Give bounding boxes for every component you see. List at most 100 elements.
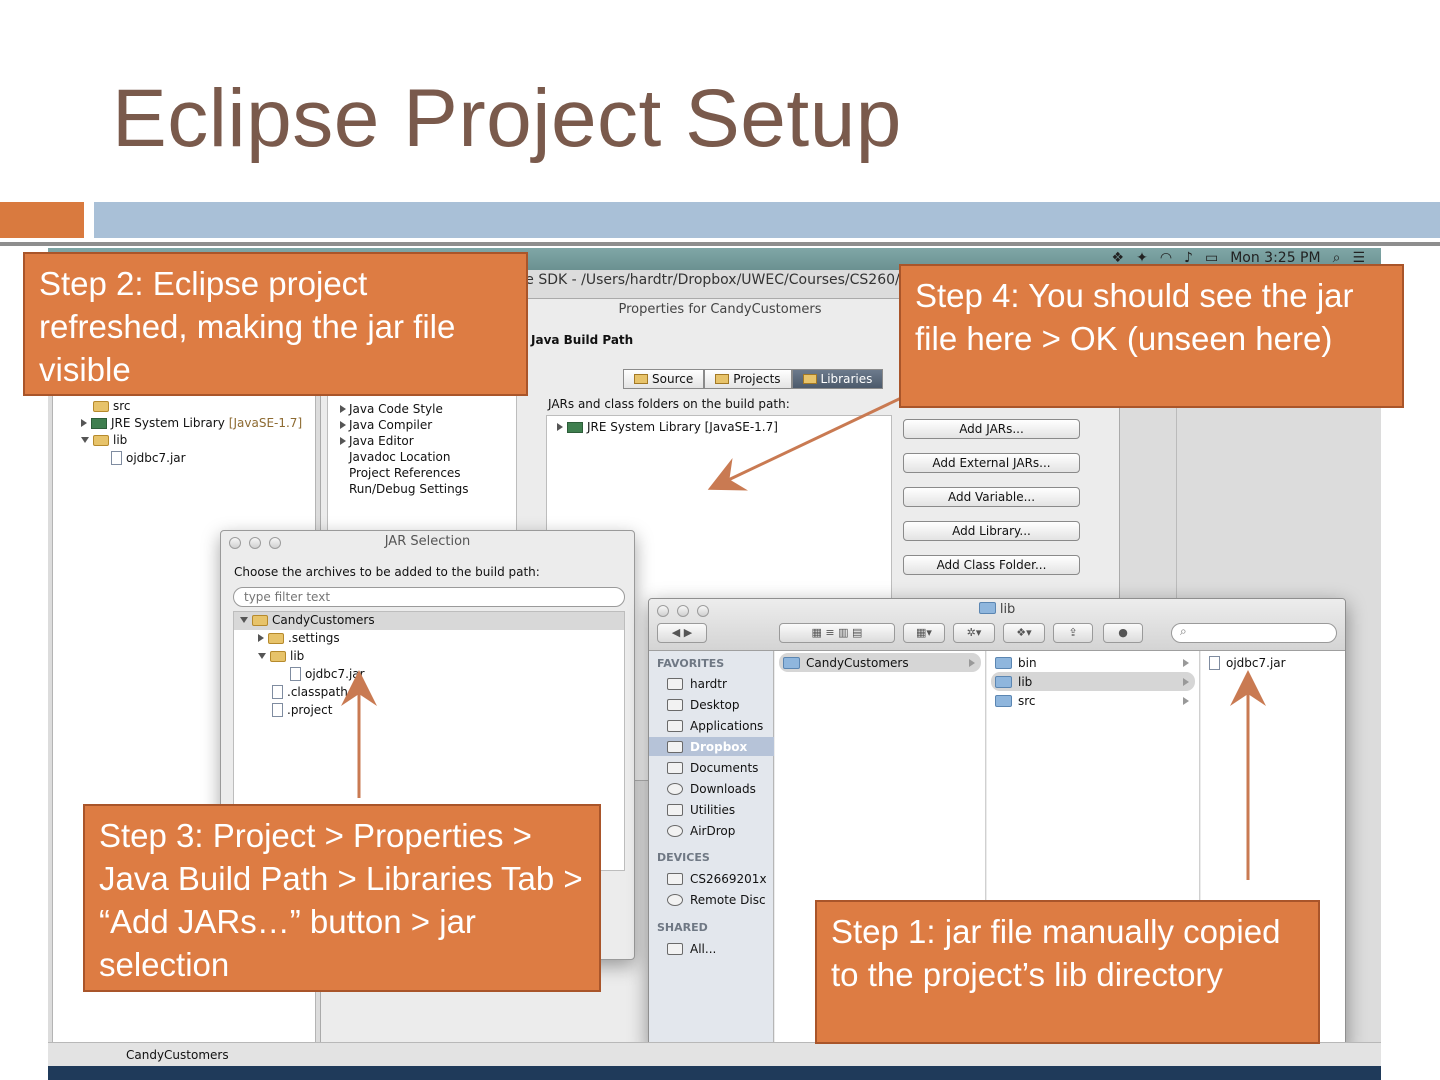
tree-item-candycustomers[interactable]: CandyCustomers [240, 613, 375, 627]
category-java-editor[interactable]: Java Editor [340, 434, 414, 448]
folder-icon [995, 656, 1012, 669]
tree-item-ojdbc7[interactable]: ojdbc7.jar [290, 667, 365, 681]
collapse-arrow-icon[interactable] [81, 437, 89, 443]
add-library-button[interactable]: Add Library... [903, 521, 1080, 541]
expand-arrow-icon[interactable] [340, 405, 346, 413]
accent-rule [0, 242, 1440, 246]
expand-arrow-icon[interactable] [557, 423, 563, 431]
desktop-background [48, 1066, 1381, 1080]
chevron-right-icon [1183, 677, 1189, 686]
jar-file-icon [1209, 655, 1220, 670]
network-icon [667, 942, 683, 955]
tags-icon[interactable]: ● [1103, 623, 1143, 643]
sidebar-item-applications[interactable]: Applications [667, 716, 763, 735]
sidebar-item-dropbox[interactable]: Dropbox [649, 737, 774, 756]
finder-sidebar: FAVORITES hardtr Desktop Applications Dr… [649, 651, 774, 1049]
source-folder-icon [634, 374, 648, 384]
folder-icon [995, 675, 1012, 688]
search-input[interactable]: ⌕ [1171, 623, 1337, 643]
tree-item-ojdbc7[interactable]: ojdbc7.jar [111, 451, 186, 465]
dropbox-icon [667, 740, 683, 753]
expand-arrow-icon[interactable] [340, 421, 346, 429]
library-icon [91, 417, 107, 429]
expand-arrow-icon[interactable] [340, 437, 346, 445]
tree-item-classpath[interactable]: .classpath [272, 685, 348, 699]
tree-item-project[interactable]: .project [272, 703, 332, 717]
add-class-folder-button[interactable]: Add Class Folder... [903, 555, 1080, 575]
category-javadoc-location[interactable]: Javadoc Location [349, 450, 450, 464]
add-jars-button[interactable]: Add JARs... [903, 419, 1080, 439]
view-mode-buttons[interactable]: ▦ ≡ ▥ ▤ [779, 623, 895, 643]
add-external-jars-button[interactable]: Add External JARs... [903, 453, 1080, 473]
column-item-bin[interactable]: bin [991, 653, 1195, 672]
close-window-icon[interactable] [229, 537, 241, 549]
expand-arrow-icon[interactable] [258, 634, 264, 642]
documents-icon [667, 761, 683, 774]
jar-selection-title: JAR Selection [384, 534, 471, 549]
dropbox-share-icon[interactable]: ❖▾ [1003, 623, 1045, 643]
category-run-debug[interactable]: Run/Debug Settings [349, 482, 469, 496]
sidebar-item-downloads[interactable]: Downloads [667, 779, 756, 798]
sidebar-item-airdrop[interactable]: AirDrop [667, 821, 735, 840]
column-item-candycustomers[interactable]: CandyCustomers [779, 653, 981, 672]
category-java-code-style[interactable]: Java Code Style [340, 402, 443, 416]
tree-item-lib[interactable]: lib [258, 649, 304, 663]
column-item-lib[interactable]: lib [991, 672, 1195, 691]
folder-icon [667, 803, 683, 816]
folder-icon [93, 400, 109, 412]
tree-item-lib[interactable]: lib [81, 433, 127, 447]
finder-toolbar: lib ◀ ▶ ▦ ≡ ▥ ▤ ▦▾ ✲▾ ❖▾ ⇪ ● ⌕ [649, 599, 1345, 651]
tree-item-src[interactable]: src [93, 399, 131, 413]
sidebar-item-utilities[interactable]: Utilities [667, 800, 735, 819]
jar-selection-prompt: Choose the archives to be added to the b… [234, 565, 540, 579]
build-entry-jre[interactable]: JRE System Library [JavaSE-1.7] [557, 420, 778, 434]
folder-icon [268, 632, 284, 644]
folder-icon [978, 602, 996, 614]
column-item-src[interactable]: src [991, 691, 1195, 710]
slide-title: Eclipse Project Setup [112, 73, 902, 164]
sidebar-item-hardtr[interactable]: hardtr [667, 674, 727, 693]
expand-arrow-icon[interactable] [81, 419, 87, 427]
column-item-ojdbc7[interactable]: ojdbc7.jar [1205, 653, 1343, 672]
devices-header: DEVICES [657, 851, 710, 864]
home-icon [667, 677, 683, 690]
add-variable-button[interactable]: Add Variable... [903, 487, 1080, 507]
applications-icon [667, 719, 683, 732]
callout-step1: Step 1: jar file manually copied to the … [815, 900, 1320, 1044]
build-path-tabs: Source Projects Libraries [623, 369, 884, 389]
tree-item-jre[interactable]: JRE System Library [JavaSE-1.7] [81, 416, 302, 430]
callout-step3: Step 3: Project > Properties > Java Buil… [83, 804, 601, 992]
category-project-references[interactable]: Project References [349, 466, 461, 480]
arrange-button[interactable]: ▦▾ [903, 623, 945, 643]
minimize-window-icon[interactable] [249, 537, 261, 549]
status-project: CandyCustomers [126, 1048, 229, 1062]
filter-input[interactable] [233, 587, 625, 607]
folder-icon [783, 656, 800, 669]
zoom-window-icon[interactable] [269, 537, 281, 549]
back-forward-buttons[interactable]: ◀ ▶ [657, 623, 707, 643]
chevron-right-icon [969, 658, 975, 667]
computer-icon [667, 872, 683, 885]
chevron-right-icon [1183, 658, 1189, 667]
tab-projects[interactable]: Projects [704, 369, 792, 389]
share-icon[interactable]: ⇪ [1053, 623, 1093, 643]
sidebar-item-desktop[interactable]: Desktop [667, 695, 740, 714]
category-java-compiler[interactable]: Java Compiler [340, 418, 432, 432]
tab-libraries[interactable]: Libraries [791, 369, 884, 389]
airdrop-icon [667, 824, 683, 837]
tree-item-settings[interactable]: .settings [258, 631, 340, 645]
accent-bar-blue [94, 202, 1440, 238]
file-icon [272, 703, 283, 717]
folder-icon [93, 434, 109, 446]
tab-source[interactable]: Source [623, 369, 705, 389]
sidebar-item-cs2669201x[interactable]: CS2669201x [667, 869, 767, 888]
collapse-arrow-icon[interactable] [258, 653, 266, 659]
sidebar-item-remote-disc[interactable]: Remote Disc [667, 890, 766, 909]
action-gear-icon[interactable]: ✲▾ [953, 623, 995, 643]
collapse-arrow-icon[interactable] [240, 617, 248, 623]
downloads-icon [667, 782, 683, 795]
sidebar-item-all[interactable]: All... [667, 939, 716, 958]
file-icon [272, 685, 283, 699]
favorites-header: FAVORITES [657, 657, 725, 670]
sidebar-item-documents[interactable]: Documents [667, 758, 758, 777]
